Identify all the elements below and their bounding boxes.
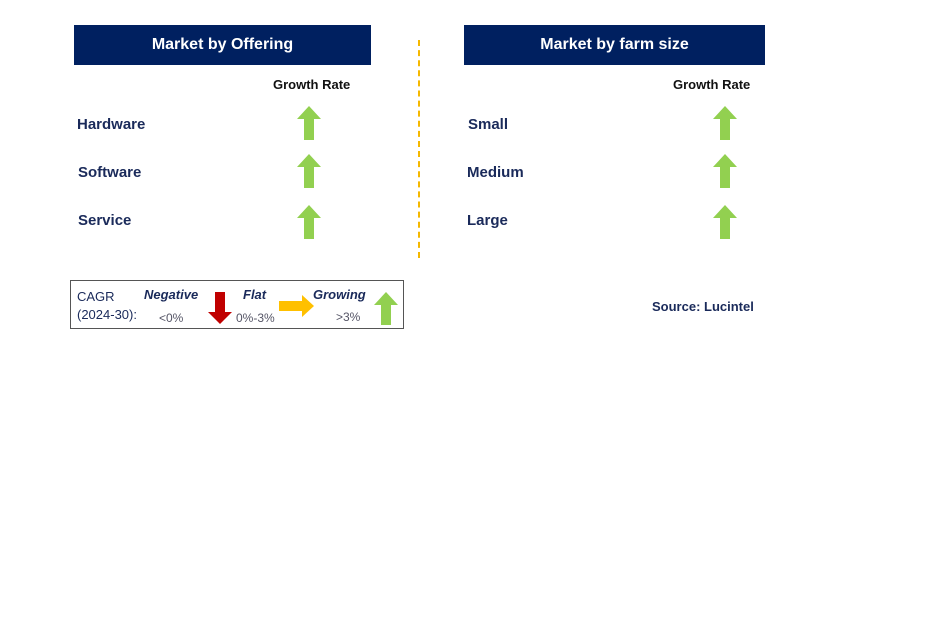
arrow-up-icon [713, 154, 737, 188]
arrow-right-icon [279, 295, 314, 317]
arrow-up-icon [297, 106, 321, 140]
offering-header: Market by Offering [74, 25, 371, 65]
legend-growing-range: >3% [336, 310, 361, 324]
source-label: Source: Lucintel [652, 299, 754, 314]
arrow-up-icon [297, 154, 321, 188]
row-label-large: Large [467, 212, 508, 229]
row-label-service: Service [78, 212, 132, 229]
legend-negative-range: <0% [159, 311, 184, 325]
row-label-small: Small [468, 116, 509, 133]
arrow-up-icon [297, 205, 321, 239]
divider [418, 40, 420, 258]
arrow-up-icon [374, 292, 398, 325]
arrow-down-icon [208, 292, 232, 324]
legend-negative: Negative [144, 287, 199, 302]
legend-flat: Flat [243, 287, 267, 302]
legend-flat-range: 0%-3% [236, 311, 275, 325]
row-label-hardware: Hardware [77, 116, 146, 133]
farm-size-header: Market by farm size [464, 25, 765, 65]
diagram: Market by Offering Growth Rate Hardware … [0, 0, 945, 643]
legend-growing: Growing [313, 287, 366, 302]
row-label-software: Software [78, 164, 142, 181]
growth-rate-header-right: Growth Rate [673, 77, 751, 92]
row-label-medium: Medium [467, 164, 524, 181]
growth-rate-header-left: Growth Rate [273, 77, 351, 92]
legend-cagr: CAGR [77, 289, 115, 304]
arrow-up-icon [713, 106, 737, 140]
legend-period: (2024-30): [77, 307, 137, 322]
arrow-up-icon [713, 205, 737, 239]
legend: CAGR (2024-30): Negative <0% Flat 0%-3% … [70, 280, 404, 329]
